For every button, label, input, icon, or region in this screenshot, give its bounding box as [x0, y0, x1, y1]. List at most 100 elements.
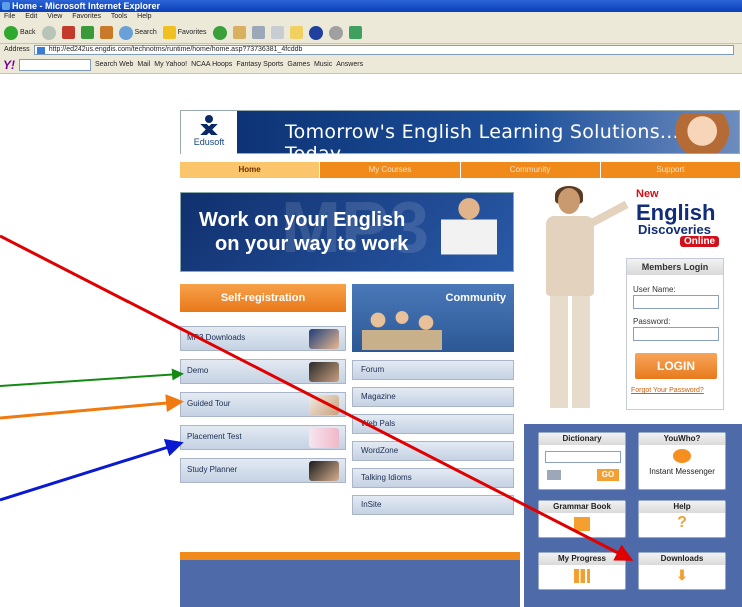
page-icon: [36, 47, 45, 54]
magazine-button[interactable]: Magazine: [352, 387, 514, 407]
history-icon[interactable]: [212, 25, 227, 40]
home-icon[interactable]: [99, 26, 113, 39]
mp3-promo-banner[interactable]: MP3 Work on your English on your way to …: [180, 192, 514, 272]
yahoo-my-yahoo[interactable]: My Yahoo!: [154, 61, 187, 68]
forgot-password-link[interactable]: Forgot Your Password?: [631, 387, 704, 394]
password-label: Password:: [633, 317, 671, 326]
edusoft-figure-icon: [198, 115, 220, 135]
back-button[interactable]: Back: [4, 25, 36, 40]
nav-support[interactable]: Support: [601, 162, 740, 178]
my-progress-title: My Progress: [539, 553, 625, 565]
username-label: User Name:: [633, 285, 676, 294]
menu-view[interactable]: View: [47, 13, 62, 20]
standard-toolbar: Back Search Favorites: [0, 22, 742, 44]
yahoo-ncaa-hoops[interactable]: NCAA Hoops: [191, 61, 232, 68]
wordzone-button[interactable]: WordZone: [352, 441, 514, 461]
community-people-photo: [362, 300, 442, 350]
green-arrow: [0, 368, 184, 387]
nav-my-courses[interactable]: My Courses: [320, 162, 461, 178]
study-planner-button[interactable]: Study Planner: [180, 458, 346, 483]
self-registration-button[interactable]: Self-registration: [180, 284, 346, 312]
web-pals-button[interactable]: Web Pals: [352, 414, 514, 434]
demo-button[interactable]: Demo: [180, 359, 346, 384]
menu-favorites[interactable]: Favorites: [72, 13, 101, 20]
community-title: Community: [445, 292, 507, 304]
mp3-headline-2: on your way to work: [215, 233, 409, 255]
chat-bubble-icon: [673, 449, 691, 463]
window-title: Home - Microsoft Internet Explorer: [12, 1, 161, 11]
study-planner-thumb-image: [309, 461, 339, 481]
forward-arrow-icon[interactable]: [41, 25, 56, 40]
yahoo-mail[interactable]: Mail: [137, 61, 150, 68]
yahoo-games[interactable]: Games: [287, 61, 310, 68]
help-tool[interactable]: Help ?: [638, 500, 726, 538]
my-progress-tool[interactable]: My Progress: [538, 552, 626, 590]
mail-icon[interactable]: [232, 26, 246, 39]
menu-bar: File Edit View Favorites Tools Help: [0, 12, 742, 22]
insite-button[interactable]: InSite: [352, 495, 514, 515]
yahoo-music[interactable]: Music: [314, 61, 332, 68]
add-in-icon[interactable]: [348, 26, 362, 39]
instant-messenger-label: Instant Messenger: [649, 467, 715, 476]
ie-icon: [2, 2, 10, 10]
window-title-bar: Home - Microsoft Internet Explorer: [0, 0, 742, 12]
password-input[interactable]: [633, 327, 719, 341]
placement-test-button[interactable]: Placement Test: [180, 425, 346, 450]
mp3-downloads-button[interactable]: MP3 Downloads: [180, 326, 346, 351]
stop-icon[interactable]: [61, 26, 75, 39]
dictionary-input[interactable]: [545, 451, 621, 463]
login-button[interactable]: LOGIN: [635, 353, 717, 379]
ed-online-label: Online: [680, 236, 720, 247]
nav-home[interactable]: Home: [180, 162, 321, 178]
banner-photo: [659, 113, 731, 153]
back-arrow-icon: [4, 25, 18, 40]
refresh-icon[interactable]: [80, 26, 94, 39]
bluetooth-icon[interactable]: [308, 25, 323, 40]
messenger-icon[interactable]: [328, 25, 343, 40]
guided-tour-button[interactable]: Guided Tour: [180, 392, 346, 417]
menu-file[interactable]: File: [4, 13, 15, 20]
address-input[interactable]: http://ed242us.engdis.com/technotms/runt…: [33, 45, 734, 55]
footer-blue-panel: [180, 560, 520, 607]
footer-orange-strip: [180, 552, 520, 560]
downloads-tool[interactable]: Downloads ⬇: [638, 552, 726, 590]
menu-tools[interactable]: Tools: [111, 13, 127, 20]
dictionary-go-button[interactable]: GO: [597, 469, 619, 481]
yahoo-fantasy-sports[interactable]: Fantasy Sports: [236, 61, 283, 68]
edusoft-logo[interactable]: Edusoft: [181, 111, 237, 155]
forum-button[interactable]: Forum: [352, 360, 514, 380]
help-title: Help: [639, 501, 725, 513]
grammar-book-title: Grammar Book: [539, 501, 625, 513]
youwho-tool[interactable]: YouWho? Instant Messenger: [638, 432, 726, 490]
edit-icon[interactable]: [270, 26, 284, 39]
print-icon[interactable]: [251, 26, 265, 39]
downloads-title: Downloads: [639, 553, 725, 565]
download-arrow-icon: ⬇: [676, 567, 688, 583]
ed-new-label: New: [636, 188, 659, 200]
site-banner: Edusoft Tomorrow's English Learning Solu…: [180, 110, 740, 165]
username-input[interactable]: [633, 295, 719, 309]
folder-icon[interactable]: [289, 26, 303, 39]
progress-chart-icon: [574, 569, 590, 583]
dictionary-title: Dictionary: [539, 433, 625, 445]
favorites-button[interactable]: Favorites: [162, 26, 207, 39]
dictionary-book-icon: [547, 470, 561, 480]
login-title: Members Login: [627, 259, 723, 275]
menu-edit[interactable]: Edit: [25, 13, 37, 20]
community-header[interactable]: Community: [352, 284, 514, 352]
ed-discoveries-label: Discoveries: [638, 222, 711, 237]
grammar-book-tool[interactable]: Grammar Book: [538, 500, 626, 538]
dictionary-tool: Dictionary GO: [538, 432, 626, 490]
yahoo-logo[interactable]: Y!: [3, 58, 15, 72]
nav-community[interactable]: Community: [461, 162, 601, 178]
orange-arrow: [0, 394, 184, 420]
mp3-man-photo: [441, 195, 497, 271]
talking-idioms-button[interactable]: Talking Idioms: [352, 468, 514, 488]
search-web-button[interactable]: Search Web: [95, 61, 133, 68]
yahoo-search-input[interactable]: [19, 58, 91, 71]
yahoo-answers[interactable]: Answers: [336, 61, 363, 68]
search-button[interactable]: Search: [118, 25, 157, 40]
search-icon: [118, 25, 133, 40]
star-icon: [162, 26, 176, 39]
menu-help[interactable]: Help: [137, 13, 151, 20]
